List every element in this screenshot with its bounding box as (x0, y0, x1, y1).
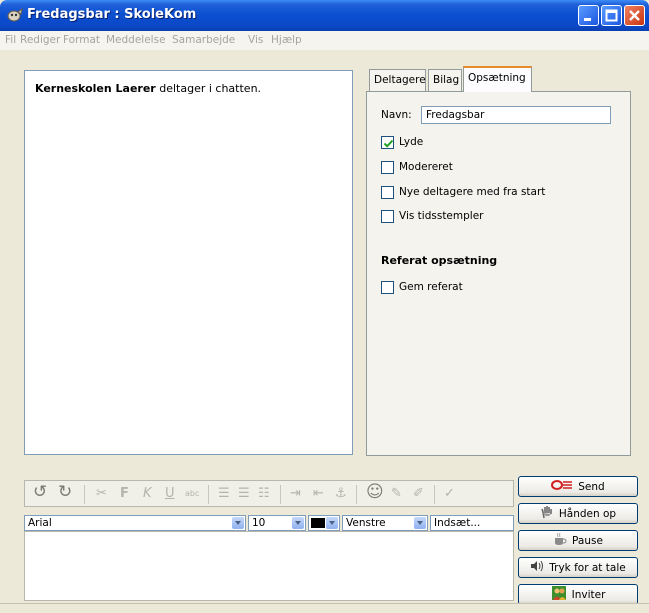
font-select-value: Arial (28, 517, 52, 529)
color-select[interactable] (308, 515, 340, 531)
toolbar-separator (280, 485, 281, 504)
name-label: Navn: (381, 109, 412, 121)
hand-icon (540, 505, 554, 522)
italic-icon[interactable]: K (143, 486, 152, 502)
modereret-checkbox[interactable] (381, 161, 394, 174)
app-icon (7, 7, 23, 22)
referat-heading: Referat opsætning (381, 254, 498, 267)
send-icon (551, 479, 573, 494)
cut-icon[interactable]: ✂ (96, 486, 107, 502)
align-select-value: Venstre (346, 517, 386, 529)
align-select[interactable]: Venstre (342, 515, 428, 531)
name-field[interactable]: Fredagsbar (421, 106, 611, 124)
lyde-checkbox[interactable] (381, 136, 394, 149)
menu-bar: Fil Rediger Format Meddelelse Samarbejde… (0, 31, 649, 50)
lyde-label: Lyde (399, 136, 424, 148)
menu-vis[interactable]: Vis (248, 34, 263, 46)
pen-icon[interactable]: ✎ (391, 486, 402, 502)
chevron-down-icon[interactable] (292, 517, 304, 529)
talk-label: Tryk for at tale (549, 561, 626, 574)
minimize-button[interactable] (578, 5, 599, 26)
editor-toolbar: ↺ ↻ ✂ F K U abc ☰ ☰ ☷ ⇥ ⇤ ⚓ ☺ ✎ ✐ ✓ (24, 480, 514, 507)
invite-button[interactable]: Inviter (518, 584, 638, 605)
toolbar-separator (356, 485, 357, 504)
outdent-icon[interactable]: ⇤ (313, 486, 324, 502)
undo-icon[interactable]: ↺ (33, 484, 47, 501)
insert-select-value: Indsæt... (434, 517, 481, 529)
coffee-icon (553, 532, 567, 549)
menu-rediger[interactable]: Rediger (20, 34, 60, 46)
invite-label: Inviter (571, 588, 606, 601)
chat-message: Kerneskolen Laerer deltager i chatten. (35, 82, 261, 95)
push-to-talk-button[interactable]: Tryk for at tale (518, 557, 638, 578)
insert-select[interactable]: Indsæt... (430, 515, 514, 531)
tab-bilag[interactable]: Bilag (428, 69, 462, 91)
menu-format[interactable]: Format (63, 34, 100, 46)
toolbar-separator (208, 485, 209, 504)
font-size-select[interactable]: 10 (248, 515, 306, 531)
emoticon-icon[interactable]: ☺ (366, 484, 384, 501)
chevron-down-icon[interactable] (414, 517, 426, 529)
chat-sender: Kerneskolen Laerer (35, 82, 156, 95)
bullet-list-icon[interactable]: ☷ (258, 486, 270, 502)
font-select[interactable]: Arial (24, 515, 246, 531)
gem-referat-label: Gem referat (399, 281, 463, 293)
link-icon[interactable]: ⚓ (335, 486, 347, 502)
nye-deltagere-checkbox[interactable] (381, 186, 394, 199)
spellcheck-icon[interactable]: ✓ (444, 486, 455, 502)
chevron-down-icon[interactable] (232, 517, 244, 529)
hand-up-button[interactable]: Hånden op (518, 503, 638, 524)
vis-tidsstempler-label: Vis tidsstempler (399, 210, 484, 222)
menu-fil[interactable]: Fil (5, 34, 16, 46)
modereret-label: Modereret (399, 161, 453, 173)
hand-up-label: Hånden op (558, 507, 617, 520)
speaker-icon (530, 560, 544, 575)
send-button[interactable]: Send (518, 476, 638, 497)
numbered-list-icon[interactable]: ☰ (238, 486, 250, 502)
redo-icon[interactable]: ↻ (58, 484, 72, 501)
tab-opsaetning[interactable]: Opsætning (463, 66, 532, 92)
invite-people-icon (551, 585, 567, 604)
close-button[interactable] (624, 5, 645, 26)
chat-message-text: deltager i chatten. (155, 82, 262, 95)
window-title: Fredagsbar : SkoleKom (27, 7, 197, 22)
status-bar (0, 603, 649, 613)
nye-deltagere-label: Nye deltagere med fra start (399, 186, 546, 198)
menu-meddelelse[interactable]: Meddelelse (106, 34, 166, 46)
vis-tidsstempler-checkbox[interactable] (381, 210, 394, 223)
align-left-icon[interactable]: ☰ (218, 486, 230, 502)
toolbar-separator (84, 485, 85, 504)
tab-deltagere[interactable]: Deltagere (369, 69, 426, 91)
pause-label: Pause (572, 534, 603, 547)
bold-icon[interactable]: F (120, 486, 129, 502)
message-input[interactable] (24, 531, 514, 601)
pause-button[interactable]: Pause (518, 530, 638, 551)
brush-icon[interactable]: ✐ (413, 486, 424, 502)
chevron-down-icon[interactable] (326, 517, 338, 529)
menu-samarbejde[interactable]: Samarbejde (172, 34, 235, 46)
font-size-value: 10 (252, 517, 266, 529)
menu-hjaelp[interactable]: Hjælp (271, 34, 302, 46)
gem-referat-checkbox[interactable] (381, 281, 394, 294)
chat-pane[interactable]: Kerneskolen Laerer deltager i chatten. (24, 70, 353, 455)
toolbar-separator (434, 485, 435, 504)
abc-icon[interactable]: abc (185, 486, 199, 502)
send-label: Send (578, 480, 605, 493)
indent-icon[interactable]: ⇥ (290, 486, 301, 502)
color-swatch (311, 518, 325, 528)
underline-icon[interactable]: U (165, 486, 175, 502)
maximize-button[interactable] (601, 5, 622, 26)
